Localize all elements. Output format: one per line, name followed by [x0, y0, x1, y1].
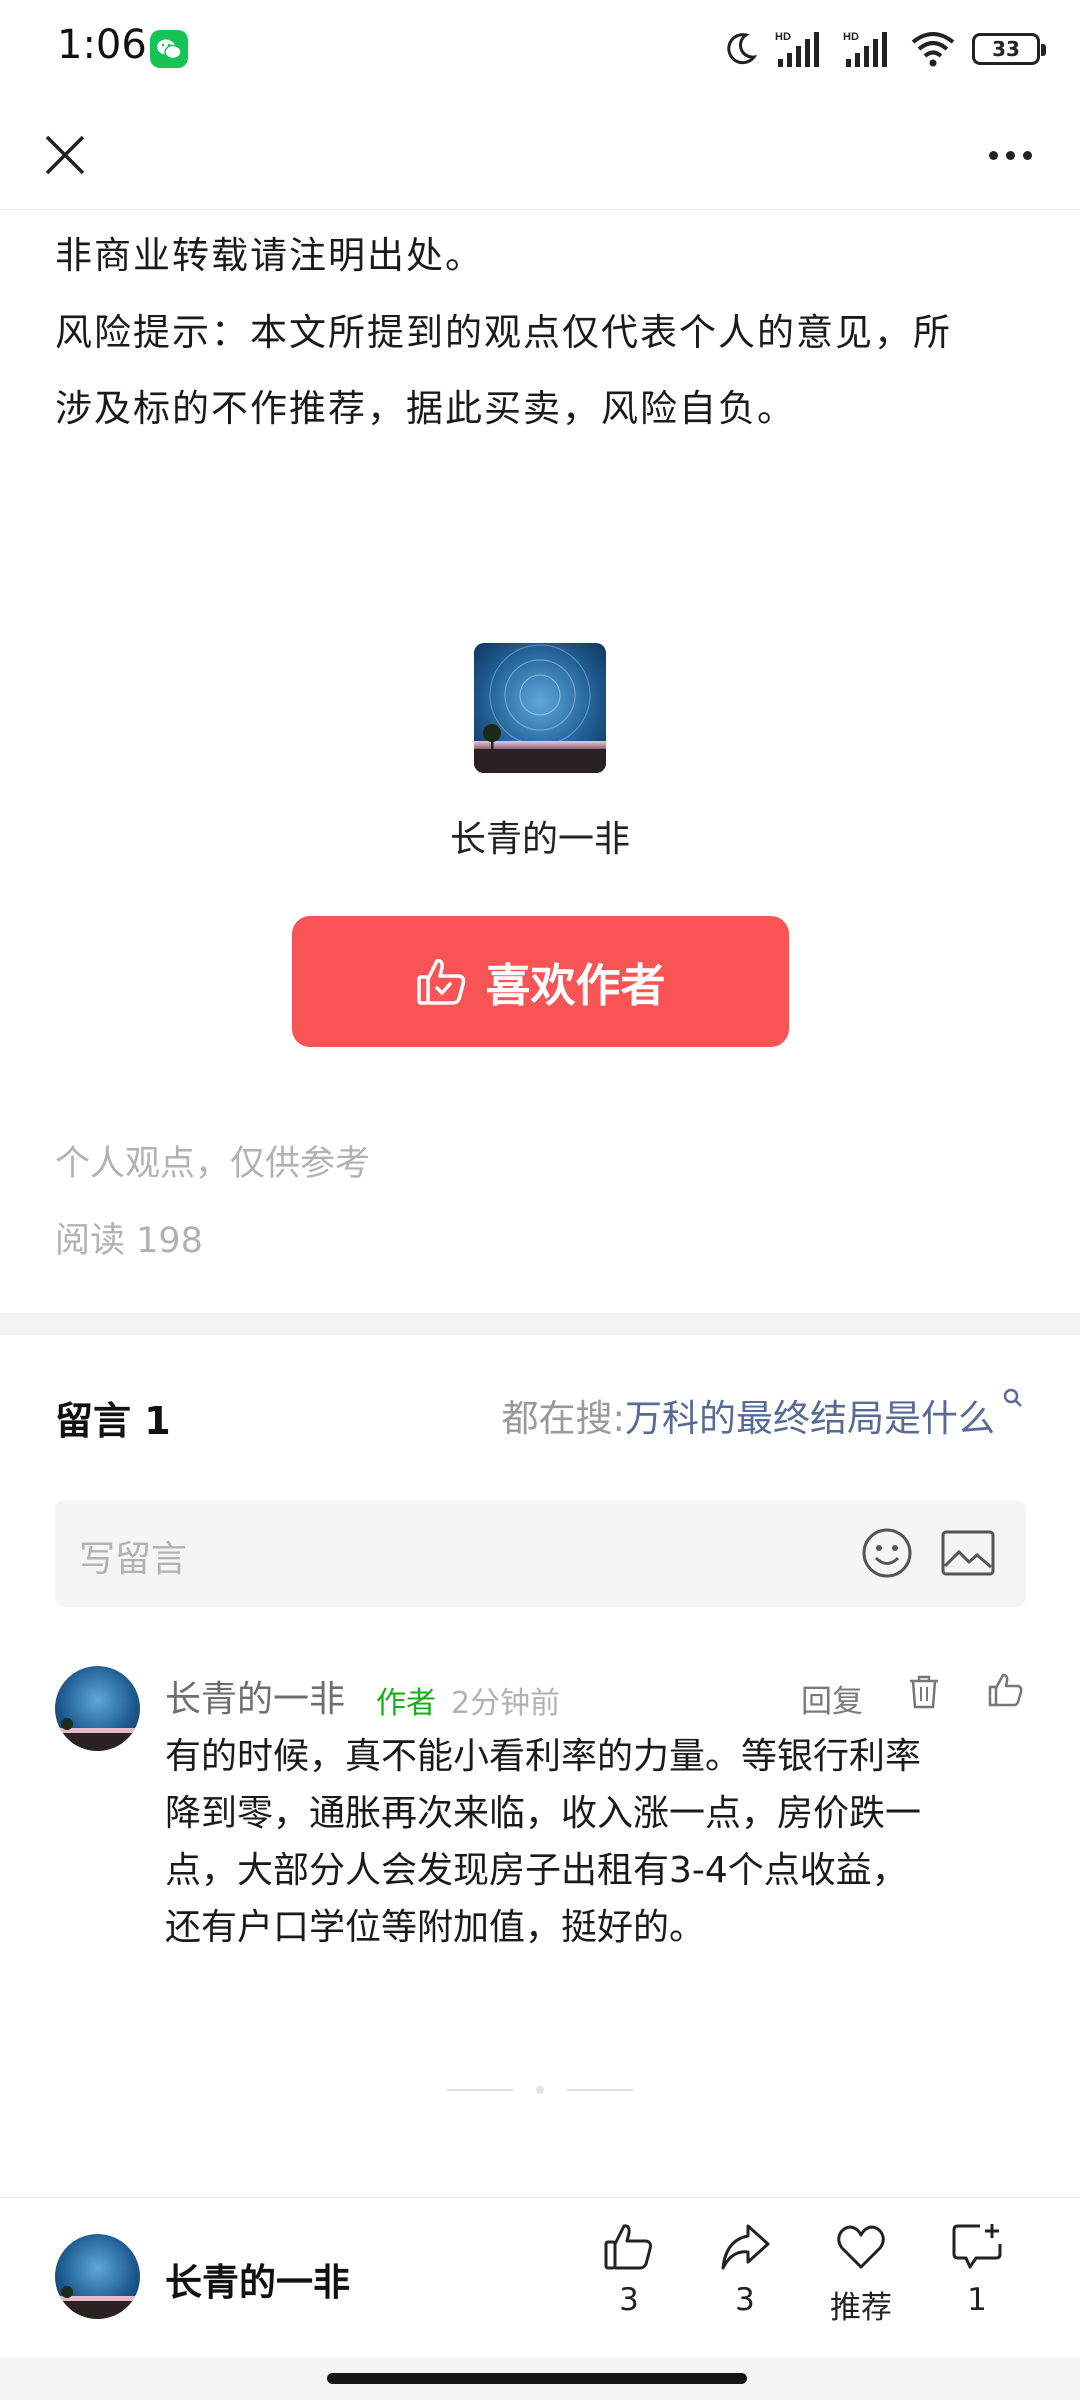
comment-body-line: 降到零，通胀再次来临，收入涨一点，房价跌一: [165, 1793, 922, 1834]
bottom-action-bar: 长青的一非 3 3 推荐 1: [0, 2197, 1080, 2358]
home-indicator[interactable]: [327, 2373, 747, 2384]
search-icon: [1003, 1388, 1022, 1407]
comment-input-placeholder: 写留言: [79, 1539, 188, 1580]
system-navigation-bar: [0, 2358, 1080, 2400]
thumbs-up-icon: [604, 2224, 652, 2270]
wifi-icon: [911, 32, 955, 67]
share-button[interactable]: 3: [690, 2220, 800, 2340]
reply-button[interactable]: 回复: [801, 1676, 863, 1721]
status-icons: HD HD 33: [722, 26, 1046, 72]
search-suggestion-query[interactable]: 万科的最终结局是什么: [625, 1388, 995, 1442]
search-suggestion[interactable]: 都在搜: 万科的最终结局是什么: [502, 1388, 1025, 1442]
more-button[interactable]: [970, 120, 1050, 190]
heart-icon: [837, 2225, 885, 2269]
section-divider: [0, 1313, 1080, 1335]
image-icon[interactable]: [941, 1530, 995, 1576]
read-count: 阅读 198: [55, 1221, 203, 1261]
comment-button[interactable]: 1: [922, 2220, 1032, 2340]
share-count: 3: [735, 2282, 755, 2318]
article-line: 风险提示：本文所提到的观点仅代表个人的意见，所: [55, 311, 952, 354]
emoji-icon[interactable]: [860, 1526, 914, 1580]
like-count: 3: [619, 2282, 639, 2318]
article-line: 涉及标的不作推荐，据此买卖，风险自负。: [55, 387, 796, 430]
article-line: 非商业转载请注明出处。: [55, 234, 484, 277]
bottom-author-avatar[interactable]: [55, 2234, 140, 2319]
author-name[interactable]: 长青的一非: [0, 810, 1080, 862]
moon-icon: [727, 33, 758, 65]
comment-body-line: 点，大部分人会发现房子出租有3-4个点收益，: [165, 1850, 908, 1891]
more-icon: [1022, 150, 1032, 160]
share-icon: [721, 2224, 770, 2270]
close-icon: [45, 135, 85, 175]
comment-input[interactable]: 写留言: [55, 1500, 1026, 1607]
comment-section-title: 留言 1: [55, 1399, 171, 1443]
thumbs-up-icon: [417, 958, 466, 1005]
delete-icon[interactable]: [907, 1674, 941, 1710]
comment-body-line: 有的时候，真不能小看利率的力量。等银行利率: [165, 1736, 922, 1777]
comment-body-line: 还有户口学位等附加值，挺好的。: [165, 1907, 706, 1948]
like-author-label: 喜欢作者: [485, 959, 666, 1012]
wechat-icon: [150, 30, 188, 68]
search-suggestion-prefix: 都在搜:: [501, 1397, 625, 1440]
recommend-label: 推荐: [830, 2290, 892, 2326]
signal-hd-icon: HD: [843, 31, 887, 67]
more-icon: [988, 150, 998, 160]
comment-time: 2分钟前: [451, 1686, 561, 1721]
close-button[interactable]: [30, 120, 100, 190]
svg-text:HD: HD: [775, 31, 791, 43]
status-bar: 1:06 HD HD 33: [0, 0, 1080, 100]
recommend-button[interactable]: 推荐: [806, 2220, 916, 2340]
commenter-name[interactable]: 长青的一非: [165, 1670, 345, 1722]
like-button[interactable]: 3: [574, 2220, 684, 2340]
commenter-avatar[interactable]: [55, 1666, 140, 1751]
comment-like-icon[interactable]: [988, 1672, 1024, 1708]
author-badge: 作者: [376, 1686, 436, 1721]
more-icon: [1005, 150, 1015, 160]
status-time: 1:06: [57, 22, 147, 68]
comment-count: 1: [967, 2282, 987, 2318]
like-author-button[interactable]: 喜欢作者: [292, 916, 789, 1047]
battery-level: 33: [992, 37, 1020, 61]
disclaimer-text: 个人观点，仅供参考: [55, 1144, 371, 1184]
signal-hd-icon: HD: [775, 31, 819, 67]
bottom-author-name[interactable]: 长青的一非: [165, 2252, 350, 2306]
comment-add-icon: [952, 2224, 1002, 2269]
end-of-content-divider: [447, 2086, 633, 2094]
svg-text:HD: HD: [843, 31, 859, 43]
top-nav-bar: [0, 100, 1080, 210]
author-avatar[interactable]: [474, 643, 606, 773]
comment-body: 有的时候，真不能小看利率的力量。等银行利率 降到零，通胀再次来临，收入涨一点，房…: [165, 1728, 1025, 1956]
battery-icon: 33: [972, 33, 1046, 65]
